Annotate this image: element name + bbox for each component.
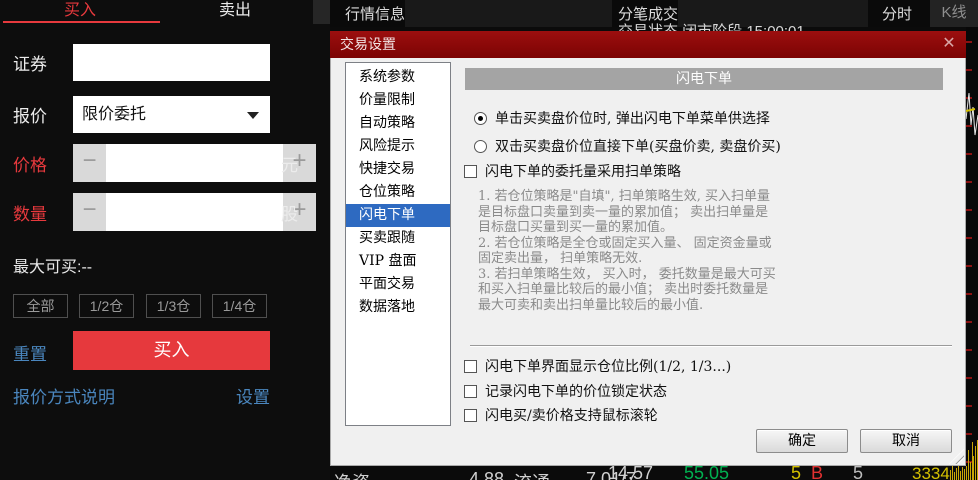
position-all-button[interactable]: 全部 — [13, 294, 68, 318]
radio-selected-icon[interactable] — [474, 111, 487, 125]
price-unit: 元 — [281, 156, 298, 175]
cancel-button[interactable]: 取消 — [860, 429, 952, 453]
checkbox-sweep-row[interactable]: 闪电下单的委托量采用扫单策略 — [464, 161, 681, 181]
note-line: 是目标盘口卖量到卖一量的累加值； 卖出扫单量是 — [478, 204, 769, 220]
trade-settings-dialog: 交易设置 ✕ 系统参数 价量限制 自动策略 风险提示 快捷交易 仓位策略 闪电下… — [330, 31, 966, 466]
sidebar-item-auto-strategy[interactable]: 自动策略 — [346, 112, 450, 135]
checkbox-icon[interactable] — [464, 164, 477, 178]
position-third-button[interactable]: 1/3仓 — [146, 294, 201, 318]
chevron-down-icon — [247, 112, 259, 119]
quote-type-select[interactable]: 限价委托 — [73, 96, 270, 133]
sidebar-item-flat-trade[interactable]: 平面交易 — [346, 273, 450, 296]
sweep-strategy-notes: 1. 若仓位策略是"自填", 扫单策略生效, 买入扫单量 是目标盘口卖量到卖一量… — [478, 189, 918, 313]
position-quarter-button[interactable]: 1/4仓 — [212, 294, 267, 318]
sidebar-item-price-volume-limit[interactable]: 价量限制 — [346, 89, 450, 112]
reset-link[interactable]: 重置 — [13, 340, 47, 365]
checkbox-sweep-label: 闪电下单的委托量采用扫单策略 — [485, 164, 681, 180]
max-buyable-text: 最大可买:-- — [13, 259, 93, 276]
panel-header: 闪电下单 — [465, 68, 943, 90]
note-line: 3. 若扫单策略生效， 买入时， 委托数量是最大可买 — [478, 266, 776, 282]
checkbox-ratio-label: 闪电下单界面显示仓位比例(1/2, 1/3...) — [485, 359, 732, 375]
active-tab-underline — [3, 21, 160, 23]
app-screen: 行情信息 分笔成交 分时 K线 交易状态 闭市阶段 15:00:01 海 净资 … — [0, 0, 978, 480]
checkbox-wheel-label: 闪电买/卖价格支持鼠标滚轮 — [485, 408, 658, 424]
checkbox-icon[interactable] — [464, 359, 477, 373]
float-label: 流通 — [514, 469, 550, 480]
tab-bar-edge — [313, 0, 330, 24]
radio-double-click-row[interactable]: 双击买卖盘价位直接下单(买盘价卖, 卖盘价买) — [474, 136, 781, 156]
close-icon[interactable]: ✕ — [940, 35, 958, 53]
ok-button[interactable]: 确定 — [756, 429, 848, 453]
market-info-panel — [405, 0, 612, 27]
price-stepper: − + — [73, 144, 316, 182]
tab-kline-chart[interactable]: K线 — [930, 0, 978, 27]
dialog-title-bar[interactable]: 交易设置 ✕ — [330, 31, 966, 58]
tab-market-info[interactable]: 行情信息 — [345, 3, 405, 24]
volume-bars-bottom — [950, 466, 978, 480]
sidebar-item-data-landing[interactable]: 数据落地 — [346, 296, 450, 319]
price-minus-button[interactable]: − — [73, 144, 106, 182]
quote-label: 报价 — [13, 107, 47, 126]
radio-double-click-label: 双击买卖盘价位直接下单(买盘价卖, 卖盘价买) — [495, 139, 781, 155]
sidebar-item-risk-alert[interactable]: 风险提示 — [346, 135, 450, 158]
note-line: 和买入扫单量比较后的最小值； 卖出时委托数量是 — [478, 282, 769, 297]
position-half-button[interactable]: 1/2仓 — [79, 294, 134, 318]
sidebar-item-vip-board[interactable]: VIP 盘面 — [346, 250, 450, 273]
net-asset-label: 净资 — [334, 469, 370, 480]
quantity-minus-button[interactable]: − — [73, 193, 106, 231]
buy-button[interactable]: 买入 — [73, 331, 270, 370]
sidebar-item-lightning-order[interactable]: 闪电下单 — [346, 204, 450, 227]
net-asset-value: 4.88 — [469, 469, 505, 480]
quantity-unit: 股 — [281, 205, 298, 224]
sidebar-item-position-strategy[interactable]: 仓位策略 — [346, 181, 450, 204]
radio-single-click-label: 单击买卖盘价位时, 弹出闪电下单菜单供选择 — [495, 111, 770, 127]
background-chart-strip — [966, 27, 978, 480]
dialog-title: 交易设置 — [340, 36, 396, 52]
minute-line-fragment — [966, 92, 978, 136]
sidebar-item-follow-trade[interactable]: 买卖跟随 — [346, 227, 450, 250]
quantity-label: 数量 — [13, 205, 47, 224]
checkbox-icon[interactable] — [464, 408, 477, 422]
quantity-input[interactable] — [106, 193, 283, 231]
radio-unselected-icon[interactable] — [474, 139, 487, 153]
radio-single-click-row[interactable]: 单击买卖盘价位时, 弹出闪电下单菜单供选择 — [474, 108, 770, 128]
checkbox-icon[interactable] — [464, 384, 477, 398]
settings-category-list: 系统参数 价量限制 自动策略 风险提示 快捷交易 仓位策略 闪电下单 买卖跟随 … — [345, 62, 451, 426]
note-line: 固定卖出量， 扫单策略无效. — [478, 251, 643, 266]
tab-sell[interactable]: 卖出 — [160, 0, 310, 24]
note-line: 目标盘口买量到买一量的累加值。 — [478, 220, 674, 235]
volume-total-value: 3334 — [912, 464, 950, 480]
security-input[interactable] — [73, 44, 270, 81]
tab-minute-chart[interactable]: 分时 — [882, 3, 912, 24]
note-line: 2. 若仓位策略是全仓或固定买入量、 固定资金量或 — [478, 235, 772, 251]
section-divider — [470, 345, 952, 347]
trade-panel: 买入 卖出 证券 报价 限价委托 价格 − + 元 数量 − + 股 最大可买:… — [0, 0, 330, 480]
quote-help-link[interactable]: 报价方式说明 — [13, 383, 115, 408]
security-label: 证券 — [13, 55, 47, 74]
sidebar-item-system-params[interactable]: 系统参数 — [346, 66, 450, 89]
quantity-stepper: − + — [73, 193, 316, 231]
checkbox-wheel-row[interactable]: 闪电买/卖价格支持鼠标滚轮 — [464, 405, 658, 425]
note-line: 1. 若仓位策略是"自填", 扫单策略生效, 买入扫单量 — [478, 189, 771, 204]
note-line: 最大可卖和卖出扫单量比较后的最小值. — [478, 297, 704, 313]
checkbox-lock-label: 记录闪电下单的价位锁定状态 — [485, 384, 667, 400]
checkbox-ratio-row[interactable]: 闪电下单界面显示仓位比例(1/2, 1/3...) — [464, 356, 731, 376]
settings-link[interactable]: 设置 — [236, 383, 270, 408]
checkbox-lock-row[interactable]: 记录闪电下单的价位锁定状态 — [464, 381, 667, 401]
sidebar-item-quick-trade[interactable]: 快捷交易 — [346, 158, 450, 181]
price-input[interactable] — [106, 144, 283, 182]
quote-type-value: 限价委托 — [82, 106, 147, 123]
price-label: 价格 — [13, 156, 47, 175]
